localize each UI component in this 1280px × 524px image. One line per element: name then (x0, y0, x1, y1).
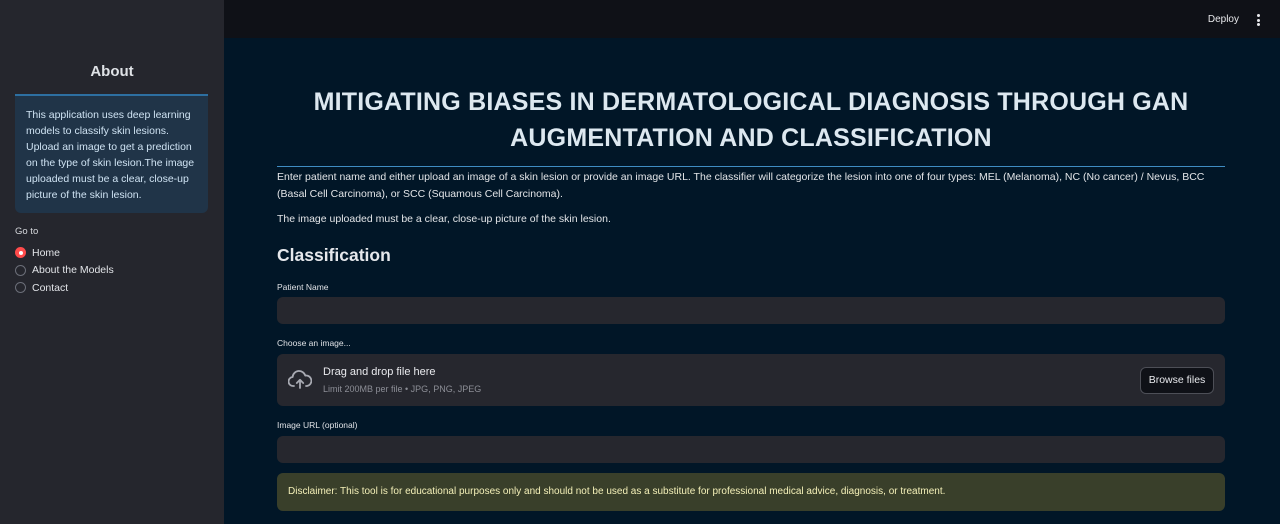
browse-files-button[interactable]: Browse files (1140, 367, 1214, 394)
patient-name-input[interactable] (277, 297, 1225, 324)
goto-label: Go to (15, 226, 39, 237)
choose-image-label: Choose an image... (277, 338, 351, 348)
disclaimer-banner: Disclaimer: This tool is for educational… (277, 473, 1225, 511)
intro-text: Enter patient name and either upload an … (277, 171, 1205, 200)
image-url-input[interactable] (277, 436, 1225, 463)
nav-radio-label: Home (32, 246, 61, 259)
deploy-button[interactable]: Deploy (1208, 14, 1239, 25)
cloud-upload-icon (288, 370, 312, 389)
about-info-box: This application uses deep learning mode… (15, 94, 208, 213)
sidebar-title: About (90, 63, 134, 80)
top-header: Deploy (224, 0, 1280, 38)
nav-radio-home[interactable]: Home (15, 244, 114, 262)
radio-unselected-icon (15, 282, 26, 294)
drop-zone-hint: Limit 200MB per file • JPG, PNG, JPEG (323, 384, 482, 394)
page-title: MITIGATING BIASES IN DERMATOLOGICAL DIAG… (313, 88, 1189, 152)
sidebar: About This application uses deep learnin… (0, 0, 224, 524)
drop-zone-title: Drag and drop file here (323, 366, 436, 378)
title-divider (277, 166, 1225, 167)
vertical-ellipsis-icon[interactable] (1255, 13, 1261, 27)
radio-unselected-icon (15, 264, 26, 276)
nav-radio-contact[interactable]: Contact (15, 279, 114, 297)
nav-radio-label: Contact (32, 281, 69, 294)
image-requirement-note: The image uploaded must be a clear, clos… (277, 213, 611, 225)
radio-selected-icon (15, 247, 26, 259)
image-url-label: Image URL (optional) (277, 420, 358, 430)
patient-name-label: Patient Name (277, 282, 329, 292)
nav-radio-group: Home About the Models Contact (15, 244, 114, 297)
section-heading-classification: Classification (277, 245, 391, 265)
nav-radio-label: About the Models (32, 264, 114, 277)
nav-radio-about-models[interactable]: About the Models (15, 262, 114, 280)
file-uploader-dropzone[interactable]: Drag and drop file here Limit 200MB per … (277, 354, 1225, 406)
